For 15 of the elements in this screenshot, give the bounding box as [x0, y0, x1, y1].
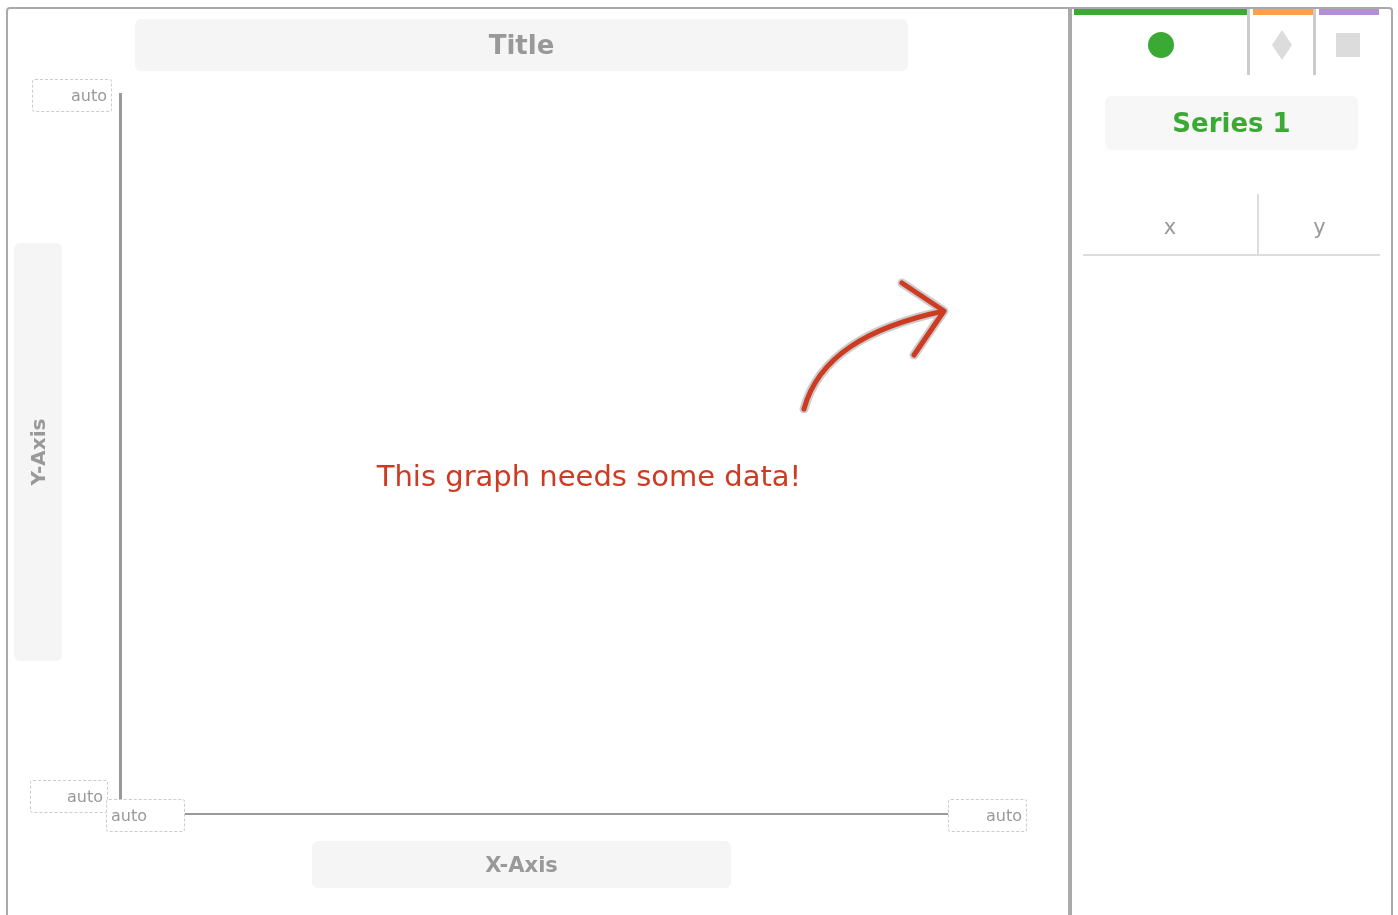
column-header: y [1257, 194, 1380, 254]
y-min-field[interactable]: auto [30, 780, 108, 813]
column-header: x [1162, 214, 1178, 241]
series-tab[interactable] [1247, 9, 1313, 75]
circle-icon [1147, 32, 1174, 58]
diamond-icon [1271, 30, 1292, 60]
x-min-field[interactable]: auto [106, 799, 185, 832]
x-axis-label-field[interactable]: X-Axis [312, 841, 731, 888]
x-max-field[interactable]: auto [948, 799, 1027, 832]
y-max-field[interactable]: auto [32, 79, 112, 112]
y-axis-label-field[interactable]: Y-Axis [14, 243, 62, 661]
empty-graph-message: This graph needs some data! [375, 459, 803, 493]
square-icon [1335, 33, 1360, 57]
series-name-field[interactable]: Series 1 [1105, 96, 1358, 150]
chart-title-field[interactable]: Title [135, 19, 908, 71]
